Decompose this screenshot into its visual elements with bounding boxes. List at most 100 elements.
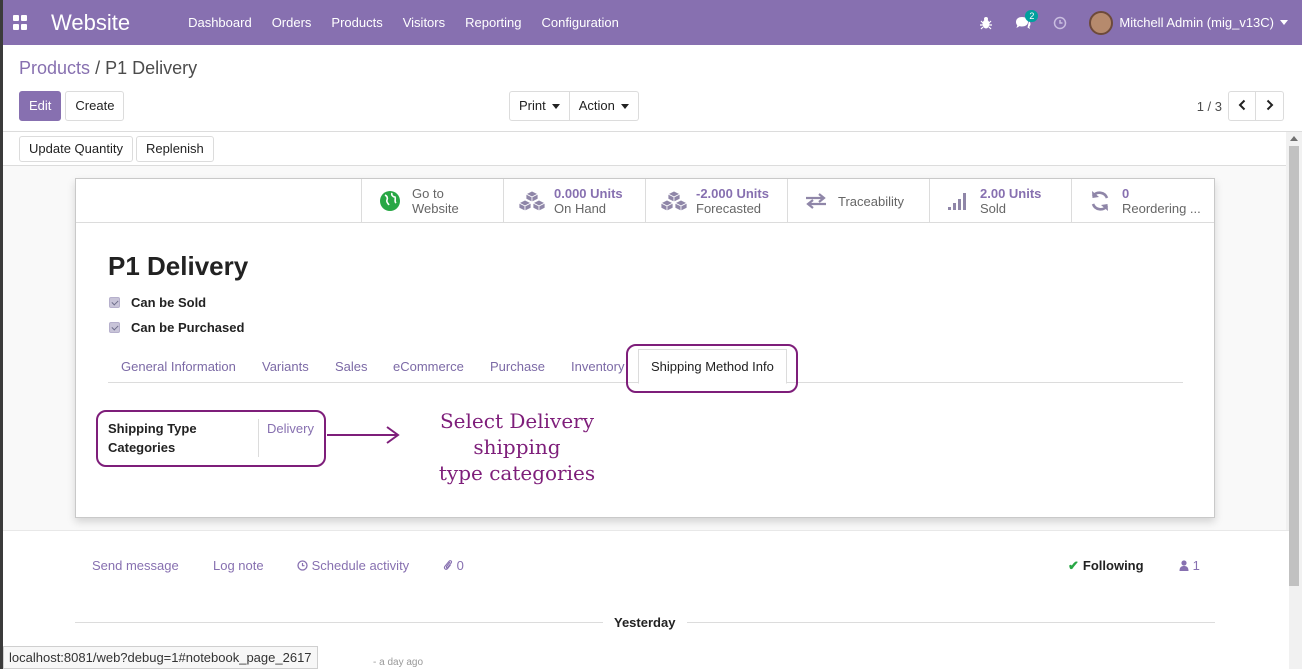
signal-icon [948, 193, 966, 210]
breadcrumb: Products / P1 Delivery [19, 58, 197, 79]
can-be-purchased-row: Can be Purchased [109, 320, 244, 335]
check-icon: ✔ [1068, 558, 1079, 573]
go-to-label: Go to [412, 186, 444, 201]
action-dropdown[interactable]: Action [569, 91, 639, 121]
tab-variants[interactable]: Variants [262, 359, 309, 374]
pager-previous-button[interactable] [1228, 91, 1256, 121]
annotation-arrow-icon [327, 426, 400, 444]
tab-ecommerce[interactable]: eCommerce [393, 359, 464, 374]
divider-line [687, 622, 1215, 623]
reordering-button[interactable]: 0 Reordering ... [1071, 179, 1213, 223]
apps-menu-icon[interactable] [13, 14, 29, 31]
refresh-icon [1091, 191, 1109, 211]
cubes-icon [518, 190, 546, 212]
exchange-icon [806, 193, 826, 209]
replenish-button[interactable]: Replenish [135, 136, 214, 162]
menu-configuration[interactable]: Configuration [532, 15, 629, 30]
tab-general-information[interactable]: General Information [121, 359, 236, 374]
attachments-button[interactable]: 0 [443, 558, 464, 573]
messages-badge: 2 [1025, 9, 1039, 22]
product-name[interactable]: P1 Delivery [108, 251, 248, 282]
can-be-purchased-checkbox[interactable] [109, 322, 120, 333]
chevron-left-icon [1238, 99, 1246, 111]
tab-highlight-box [626, 344, 798, 393]
following-button[interactable]: ✔ Following [1068, 558, 1144, 574]
can-be-sold-checkbox[interactable] [109, 297, 120, 308]
following-label: Following [1082, 558, 1144, 573]
attachments-count: 0 [456, 558, 464, 573]
form-sheet: Go to Website 0.000 Units On Hand -2.000 U… [75, 178, 1215, 518]
followers-button[interactable]: 1 [1179, 558, 1200, 573]
action-label: Action [578, 98, 615, 113]
annotation-line-2: type categories [438, 461, 596, 485]
form-statusbar: Update Quantity Replenish [3, 132, 1289, 166]
menu-dashboard[interactable]: Dashboard [178, 15, 262, 30]
date-separator: Yesterday [614, 615, 676, 630]
user-menu[interactable]: Mitchell Admin (mig_v13C) [1089, 10, 1288, 35]
can-be-purchased-label: Can be Purchased [131, 320, 245, 335]
globe-icon [380, 191, 400, 211]
tab-inventory[interactable]: Inventory [571, 359, 624, 374]
chevron-down-icon [551, 104, 560, 110]
pager-next-button[interactable] [1256, 91, 1284, 121]
breadcrumb-separator: / [95, 58, 101, 78]
systray: 2 Mitchell Admin (mig_v13C) [957, 0, 1288, 45]
forecasted-value: -2.000 Units [696, 186, 769, 201]
debug-bug-icon[interactable] [979, 16, 993, 30]
divider-line [75, 622, 603, 623]
sold-button[interactable]: 2.00 Units Sold [929, 179, 1071, 223]
top-navbar: Website Dashboard Orders Products Visito… [3, 0, 1302, 45]
on-hand-button[interactable]: 0.000 Units On Hand [503, 179, 645, 223]
breadcrumb-current: P1 Delivery [105, 58, 198, 78]
annotation-line-1: Select Delivery shipping [439, 409, 595, 459]
update-quantity-button[interactable]: Update Quantity [19, 136, 133, 162]
control-panel: Products / P1 Delivery Edit Create Print… [3, 45, 1302, 132]
chevron-down-icon [620, 104, 629, 110]
message-timestamp: - a day ago [373, 657, 424, 668]
messages-icon[interactable]: 2 [1015, 9, 1039, 30]
avatar [1089, 10, 1114, 35]
forecasted-label: Forecasted [696, 201, 762, 216]
menu-orders[interactable]: Orders [262, 15, 322, 30]
sold-value: 2.00 Units [980, 186, 1042, 201]
edit-button[interactable]: Edit [19, 91, 62, 121]
traceability-label: Traceability [838, 193, 904, 209]
reordering-value: 0 [1122, 186, 1130, 201]
tab-sales[interactable]: Sales [335, 359, 368, 374]
field-highlight-box [96, 410, 326, 467]
followers-count: 1 [1192, 558, 1200, 573]
chevron-right-icon [1266, 99, 1273, 111]
send-message-button[interactable]: Send message [92, 558, 179, 573]
scroll-thumb[interactable] [1289, 146, 1299, 586]
print-dropdown[interactable]: Print [509, 91, 570, 121]
website-label: Website [412, 201, 459, 216]
create-button[interactable]: Create [65, 91, 125, 121]
user-icon [1179, 560, 1189, 571]
on-hand-value: 0.000 Units [554, 186, 623, 201]
status-url: localhost:8081/web?debug=1#notebook_page… [3, 646, 318, 669]
activity-clock-icon[interactable] [1053, 16, 1067, 30]
log-note-button[interactable]: Log note [213, 558, 264, 573]
menu-reporting[interactable]: Reporting [455, 15, 531, 30]
pager: 1 / 3 [1197, 91, 1284, 121]
scroll-up-icon[interactable] [1290, 136, 1298, 141]
schedule-activity-button[interactable]: Schedule activity [297, 558, 409, 573]
can-be-sold-row: Can be Sold [109, 295, 206, 310]
sold-label: Sold [980, 201, 1007, 216]
main-menu: Dashboard Orders Products Visitors Repor… [178, 15, 629, 30]
cubes-icon [660, 190, 688, 212]
paperclip-icon [443, 560, 453, 570]
breadcrumb-products[interactable]: Products [19, 58, 90, 78]
can-be-sold-label: Can be Sold [131, 295, 207, 310]
forecasted-button[interactable]: -2.000 Units Forecasted [645, 179, 787, 223]
app-name[interactable]: Website [51, 10, 130, 36]
schedule-activity-label: Schedule activity [311, 558, 410, 573]
clock-icon [297, 560, 308, 571]
user-name: Mitchell Admin (mig_v13C) [1119, 15, 1274, 30]
traceability-button[interactable]: Traceability [787, 179, 929, 223]
go-to-website-button[interactable]: Go to Website [361, 179, 503, 223]
menu-products[interactable]: Products [321, 15, 392, 30]
menu-visitors[interactable]: Visitors [393, 15, 455, 30]
pager-value[interactable]: 1 / 3 [1197, 99, 1222, 114]
tab-purchase[interactable]: Purchase [490, 359, 545, 374]
